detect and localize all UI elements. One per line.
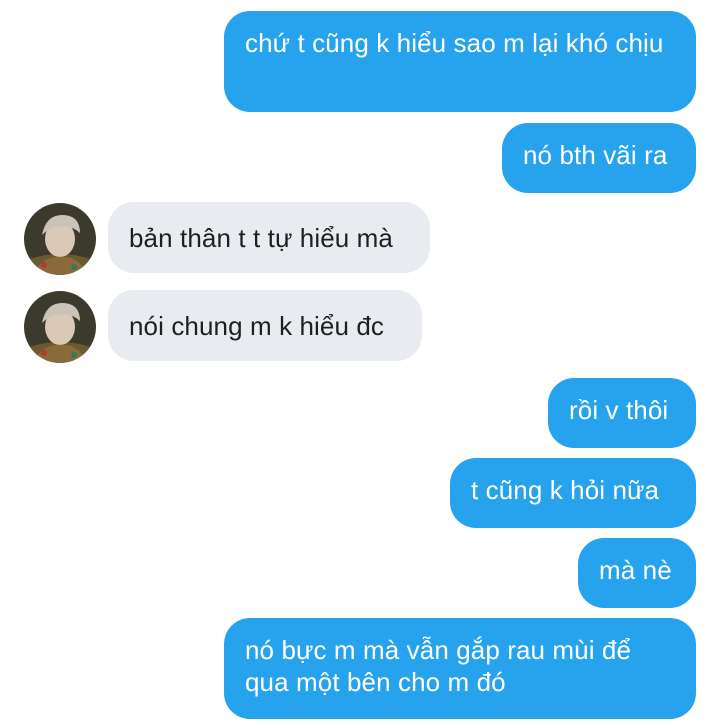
message-bubble-incoming[interactable]: nói chung m k hiểu đc: [108, 290, 422, 361]
message-text: nó bực m mà vẫn gắp rau mùi để qua một b…: [245, 635, 632, 697]
contact-avatar[interactable]: [24, 203, 96, 275]
message-text: nó bth vãi ra: [523, 140, 668, 170]
contact-avatar-photo: [24, 291, 96, 363]
message-bubble-outgoing[interactable]: mà nè: [578, 538, 696, 608]
message-bubble-outgoing[interactable]: t cũng k hỏi nữa: [450, 458, 696, 528]
message-bubble-outgoing[interactable]: nó bth vãi ra: [502, 123, 696, 193]
message-text: chứ t cũng k hiểu sao m lại khó chịu: [245, 28, 664, 58]
message-bubble-outgoing[interactable]: rồi v thôi: [548, 378, 696, 448]
message-text: t cũng k hỏi nữa: [471, 475, 660, 505]
message-text: nói chung m k hiểu đc: [129, 311, 385, 341]
message-text: rồi v thôi: [569, 395, 669, 425]
message-bubble-outgoing[interactable]: chứ t cũng k hiểu sao m lại khó chịu: [224, 11, 696, 112]
message-bubble-outgoing[interactable]: nó bực m mà vẫn gắp rau mùi để qua một b…: [224, 618, 696, 719]
contact-avatar-photo: [24, 203, 96, 275]
message-text: mà nè: [599, 555, 672, 585]
contact-avatar[interactable]: [24, 291, 96, 363]
message-text: bản thân t t tự hiểu mà: [129, 223, 393, 253]
message-bubble-incoming[interactable]: bản thân t t tự hiểu mà: [108, 202, 430, 273]
